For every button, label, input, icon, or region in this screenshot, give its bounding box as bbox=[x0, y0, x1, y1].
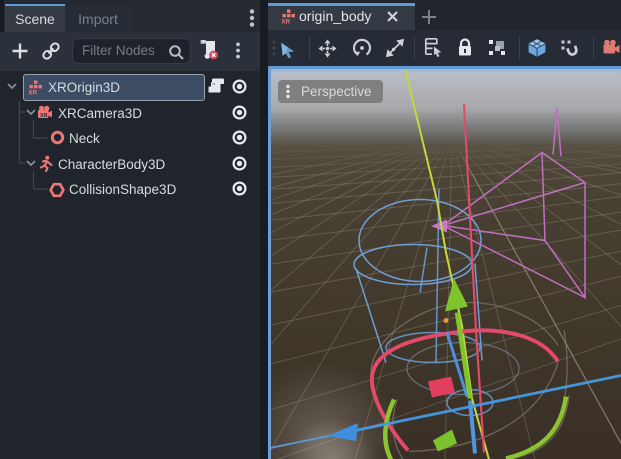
svg-text:XR: XR bbox=[28, 90, 37, 95]
svg-text:XR: XR bbox=[281, 19, 290, 24]
svg-text:XR: XR bbox=[40, 113, 48, 119]
